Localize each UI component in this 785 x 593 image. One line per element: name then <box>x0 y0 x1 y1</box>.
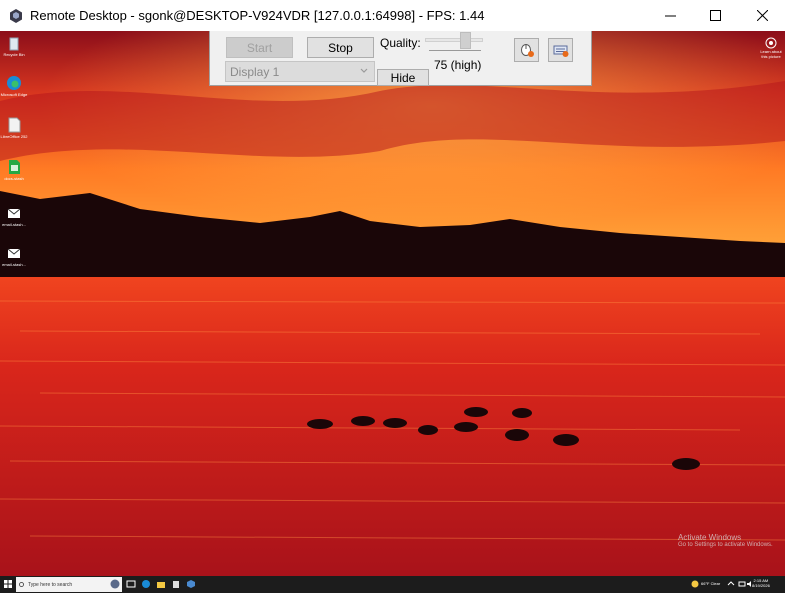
display-select-value: Display 1 <box>230 64 280 79</box>
desktop-icon-recycle-bin[interactable]: Recycle Bin <box>2 35 26 57</box>
libreoffice-icon <box>8 117 21 133</box>
mail-icon <box>7 208 21 218</box>
chevron-up-icon[interactable] <box>726 579 736 589</box>
sunset-lake-wallpaper <box>0 31 785 577</box>
quality-slider-thumb[interactable] <box>460 32 471 49</box>
cortana-icon <box>110 579 120 589</box>
display-select[interactable]: Display 1 <box>225 61 375 82</box>
quality-label: Quality: <box>380 36 421 50</box>
keyboard-control-button[interactable] <box>548 38 573 62</box>
edge-icon <box>7 76 21 90</box>
desktop-icon-edge[interactable]: Microsoft Edge <box>0 75 28 97</box>
desktop-icon-label: docs-stash <box>4 176 24 181</box>
task-view-icon[interactable] <box>126 579 136 589</box>
desktop-icon-label: Recycle Bin <box>3 52 25 57</box>
desktop-icon-label: Microsoft Edge <box>0 92 28 97</box>
minimize-button[interactable] <box>647 0 693 31</box>
mail-icon <box>7 248 21 258</box>
close-button[interactable] <box>739 0 785 31</box>
desktop-icon-label: email-stash... <box>2 222 26 227</box>
spreadsheet-icon <box>9 160 20 174</box>
search-placeholder: Type here to search <box>28 581 73 588</box>
watermark-subtitle: Go to Settings to activate Windows. <box>678 542 773 548</box>
start-button[interactable]: Start <box>226 37 293 58</box>
maximize-button[interactable] <box>692 0 738 31</box>
stop-button[interactable]: Stop <box>307 37 374 58</box>
taskbar-clock[interactable]: 2:15 AM 8/19/2026 <box>752 578 770 588</box>
windows-start-icon[interactable] <box>4 580 12 588</box>
mouse-icon <box>520 44 534 57</box>
file-explorer-icon[interactable] <box>156 579 166 589</box>
desktop-icon-mail-2[interactable]: email-stash... <box>2 245 26 267</box>
desktop-icon-spreadsheet[interactable]: docs-stash <box>2 159 26 181</box>
clock-date: 8/19/2026 <box>752 583 770 588</box>
taskbar: Type here to search 66°F Clear 2:15 AM 8… <box>0 576 785 593</box>
remote-screen[interactable]: Recycle Bin Microsoft Edge LibreOffice 2… <box>0 31 785 593</box>
maximize-icon <box>709 10 721 21</box>
control-toolbar: Start Stop Display 1 Hide Quality: 75 (h… <box>209 31 592 86</box>
learn-about-picture[interactable]: Learn about this picture <box>758 37 784 59</box>
desktop-icon-mail-1[interactable]: email-stash... <box>2 205 26 227</box>
quality-value: 75 (high) <box>434 58 482 72</box>
watermark-title: Activate Windows <box>678 533 742 542</box>
quality-slider-ticks <box>429 50 481 53</box>
chevron-down-icon <box>360 68 368 73</box>
minimize-icon <box>664 15 676 17</box>
desktop-icon-libreoffice[interactable]: LibreOffice 252 <box>0 117 28 139</box>
edge-taskbar-icon[interactable] <box>141 579 151 589</box>
taskbar-search[interactable]: Type here to search <box>16 577 122 592</box>
activation-watermark: Activate Windows Go to Settings to activ… <box>678 533 773 548</box>
desktop-icon-label: email-stash... <box>2 262 26 267</box>
recycle-bin-icon <box>9 37 19 51</box>
title-bar: Remote Desktop - sgonk@DESKTOP-V924VDR [… <box>0 0 785 31</box>
camera-icon <box>765 37 777 49</box>
weather-moon-icon <box>691 580 699 588</box>
store-icon[interactable] <box>171 579 181 589</box>
remote-desktop-taskbar-icon[interactable] <box>186 579 196 589</box>
close-icon <box>756 10 768 21</box>
keyboard-icon <box>553 45 568 57</box>
quality-slider-track[interactable] <box>425 38 483 42</box>
window-title: Remote Desktop - sgonk@DESKTOP-V924VDR [… <box>30 8 485 23</box>
search-icon <box>19 581 24 587</box>
hide-button[interactable]: Hide <box>377 69 429 86</box>
mouse-control-button[interactable] <box>514 38 539 62</box>
weather-text: 66°F Clear <box>701 581 721 586</box>
remote-desktop-app-icon <box>10 8 22 23</box>
desktop-icon-label: LibreOffice 252 <box>0 134 28 139</box>
learn-label: Learn about this picture <box>760 49 782 59</box>
